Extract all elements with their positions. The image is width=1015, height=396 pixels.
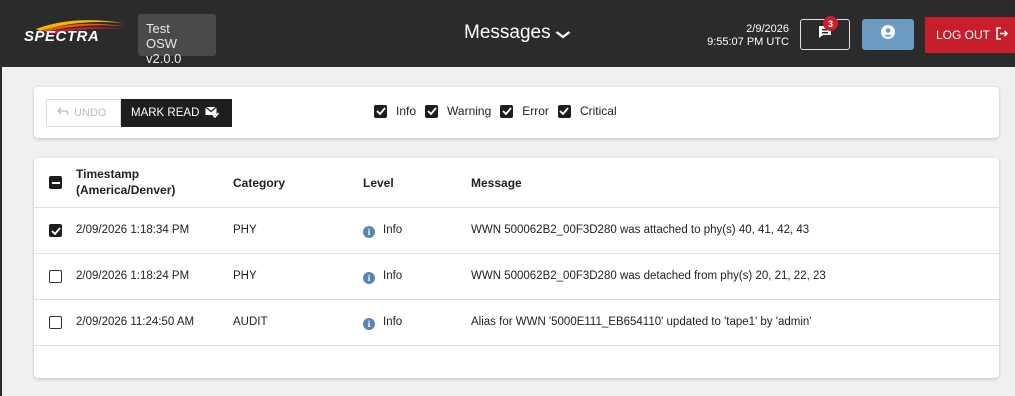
logo-text: SPECTRA — [24, 28, 100, 45]
cell-level: i Info — [363, 270, 402, 284]
checkbox-icon[interactable] — [500, 104, 514, 118]
logout-icon — [996, 27, 1009, 43]
filter-critical[interactable]: Critical — [557, 104, 617, 118]
page-title-dropdown[interactable]: Messages — [464, 22, 571, 44]
logout-label: LOG OUT — [936, 28, 991, 42]
page-title: Messages — [464, 22, 551, 43]
cell-timestamp: 2/09/2026 1:18:34 PM — [76, 224, 190, 236]
cell-timestamp: 2/09/2026 11:24:50 AM — [76, 316, 195, 328]
undo-label: UNDO — [74, 107, 107, 119]
select-all-checkbox[interactable] — [49, 176, 62, 189]
toolbar: UNDO MARK READ Info Warning Error Critic… — [34, 87, 999, 138]
column-header-timestamp[interactable]: Timestamp (America/Denver) — [76, 166, 175, 198]
timestamp-header-line2: (America/Denver) — [76, 183, 176, 197]
cell-timestamp: 2/09/2026 1:18:24 PM — [76, 270, 190, 282]
cell-message: Alias for WWN '5000E111_EB654110' update… — [471, 316, 812, 328]
column-header-category[interactable]: Category — [233, 176, 285, 190]
cell-level: i Info — [363, 316, 402, 330]
column-header-message[interactable]: Message — [471, 176, 522, 190]
row-checkbox[interactable] — [49, 316, 62, 329]
cell-message: WWN 500062B2_00F3D280 was detached from … — [471, 270, 826, 282]
filter-warning[interactable]: Warning — [425, 104, 491, 118]
info-icon: i — [363, 226, 375, 238]
filter-label: Warning — [447, 104, 492, 118]
filter-label: Critical — [579, 104, 617, 118]
top-bar: SPECTRA Test OSW v2.0.0 Messages 2/9/202… — [0, 0, 1015, 67]
info-icon: i — [363, 272, 375, 284]
user-icon — [881, 25, 895, 44]
table-row[interactable]: 2/09/2026 1:18:24 PM PHY i Info WWN 50006… — [34, 254, 999, 300]
spectra-logo: SPECTRA — [18, 17, 128, 51]
cell-category: AUDIT — [233, 316, 268, 328]
checkbox-icon[interactable] — [374, 104, 387, 118]
chevron-down-icon — [555, 26, 571, 42]
cell-category: PHY — [233, 270, 257, 282]
system-name: Test — [146, 21, 170, 36]
level-filters: Info Warning Error Critical — [374, 104, 626, 118]
mail-check-icon — [205, 106, 220, 121]
left-border — [0, 67, 2, 396]
checkbox-icon[interactable] — [557, 104, 571, 118]
filter-error[interactable]: Error — [500, 104, 549, 118]
checkbox-icon[interactable] — [425, 104, 439, 118]
user-button[interactable] — [862, 19, 914, 50]
table-row[interactable]: 2/09/2026 11:24:50 AM AUDIT i Info Alias … — [34, 300, 999, 346]
logout-button[interactable]: LOG OUT — [925, 17, 1015, 53]
row-checkbox[interactable] — [49, 224, 62, 237]
timestamp-header-line1: Timestamp — [76, 167, 140, 181]
level-label: Info — [383, 224, 403, 236]
date-label: 2/9/2026 — [746, 23, 789, 35]
column-header-level[interactable]: Level — [363, 176, 394, 190]
level-label: Info — [383, 270, 403, 282]
filter-label: Error — [522, 104, 549, 118]
mark-read-button[interactable]: MARK READ — [121, 99, 232, 127]
table-row[interactable]: 2/09/2026 1:18:34 PM PHY i Info WWN 50006… — [34, 208, 999, 254]
info-icon: i — [363, 318, 375, 330]
undo-button[interactable]: UNDO — [46, 99, 121, 127]
row-checkbox[interactable] — [49, 270, 62, 283]
cell-level: i Info — [363, 224, 402, 238]
undo-icon — [57, 107, 69, 119]
level-label: Info — [383, 316, 403, 328]
mark-read-label: MARK READ — [131, 107, 200, 119]
time-label: 9:55:07 PM UTC — [707, 36, 789, 48]
messages-table: Timestamp (America/Denver) Category Leve… — [34, 158, 999, 378]
message-count-badge: 3 — [823, 16, 838, 31]
table-header: Timestamp (America/Denver) Category Leve… — [34, 158, 999, 208]
filter-label: Info — [396, 104, 417, 118]
filter-info[interactable]: Info — [374, 104, 416, 118]
cell-category: PHY — [233, 224, 257, 236]
version-label: OSW v2.0.0 — [146, 36, 182, 66]
clock: 2/9/2026 9:55:07 PM UTC — [707, 23, 789, 49]
system-info: Test OSW v2.0.0 — [138, 14, 216, 66]
cell-message: WWN 500062B2_00F3D280 was attached to ph… — [471, 224, 810, 236]
